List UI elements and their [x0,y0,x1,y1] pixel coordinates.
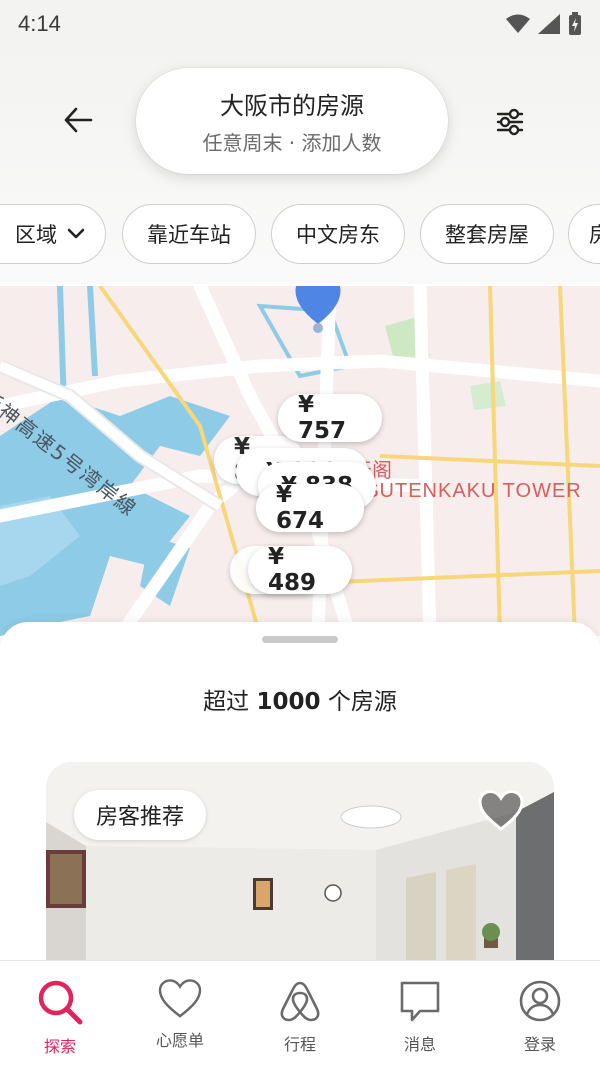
price-marker[interactable]: ¥ 674 [256,482,364,534]
status-bar: 4:14 [0,0,600,48]
chip-chinese-host[interactable]: 中文房东 [271,204,405,264]
chip-entire-home-label: 整套房屋 [445,223,529,247]
nav-login[interactable]: 登录 [480,961,600,1066]
results-count-prefix: 超过 [203,689,250,715]
battery-charging-icon [569,12,581,35]
nav-explore-label: 探索 [43,1037,76,1056]
chip-area[interactable]: 区域 [0,204,106,264]
heart-icon [478,789,524,831]
price-marker-label: ¥ 757 [298,392,347,444]
chip-near-station[interactable]: 靠近车站 [122,204,256,264]
chip-room-type-label: 房 [589,223,600,247]
signal-icon [538,14,560,34]
guest-favorite-badge: 房客推荐 [74,790,207,840]
price-marker-label: ¥ 674 [276,482,325,534]
heart-icon [158,979,202,1018]
filters-button[interactable] [490,102,530,142]
back-button[interactable] [58,100,98,140]
nav-trips-label: 行程 [283,1035,316,1054]
sliders-icon [496,108,524,136]
wifi-icon [506,14,530,33]
nav-explore[interactable]: 探索 [0,961,120,1066]
airbnb-logo-icon [280,981,320,1022]
listing-card[interactable]: 房客推荐 [46,762,554,962]
chip-near-station-label: 靠近车站 [147,223,231,247]
results-count-suffix: 个房源 [327,689,397,715]
nav-messages-label: 消息 [403,1035,436,1054]
nav-wishlist-label: 心愿单 [155,1031,204,1050]
price-marker-label: ¥ 489 [268,544,317,596]
chevron-down-icon [67,228,85,239]
chip-area-label: 区域 [15,223,57,247]
filter-chips-row: 区域 靠近车站 中文房东 整套房屋 房 [0,204,600,264]
nav-wishlist[interactable]: 心愿单 [120,961,240,1066]
save-to-wishlist-button[interactable] [478,789,524,836]
price-marker[interactable]: ¥ 489 [248,544,352,596]
search-summary-pill[interactable]: 大阪市的房源 任意周末 · 添加人数 [136,68,448,174]
price-marker[interactable]: ¥ 757 [278,392,382,444]
message-icon [400,981,440,1022]
profile-icon [519,980,561,1022]
chip-chinese-host-label: 中文房东 [296,223,380,247]
results-count-number: 1000 [256,689,321,715]
results-count: 超过 1000 个房源 [0,682,600,716]
back-arrow-icon [64,107,93,133]
status-time: 4:14 [18,11,61,36]
chip-room-type[interactable]: 房 [568,204,600,264]
search-location-title: 大阪市的房源 [220,92,364,120]
bottom-navigation: 探索 心愿单 行程 消息 登录 [0,960,600,1066]
nav-messages[interactable]: 消息 [360,961,480,1066]
search-icon [38,980,83,1025]
sheet-drag-handle[interactable] [262,636,338,643]
map-label-tower-en: TSUTENKAKU TOWER [352,480,582,502]
results-sheet: 超过 1000 个房源 房客推荐 [0,622,600,962]
nav-login-label: 登录 [523,1035,556,1054]
search-dates-guests: 任意周末 · 添加人数 [202,131,382,155]
chip-entire-home[interactable]: 整套房屋 [420,204,554,264]
map-view[interactable]: 阪神高速5号湾岸線 通天阁 TSUTENKAKU TOWER ¥ 829 ¥ 8… [0,286,600,636]
nav-trips[interactable]: 行程 [240,961,360,1066]
status-icons [506,12,582,36]
